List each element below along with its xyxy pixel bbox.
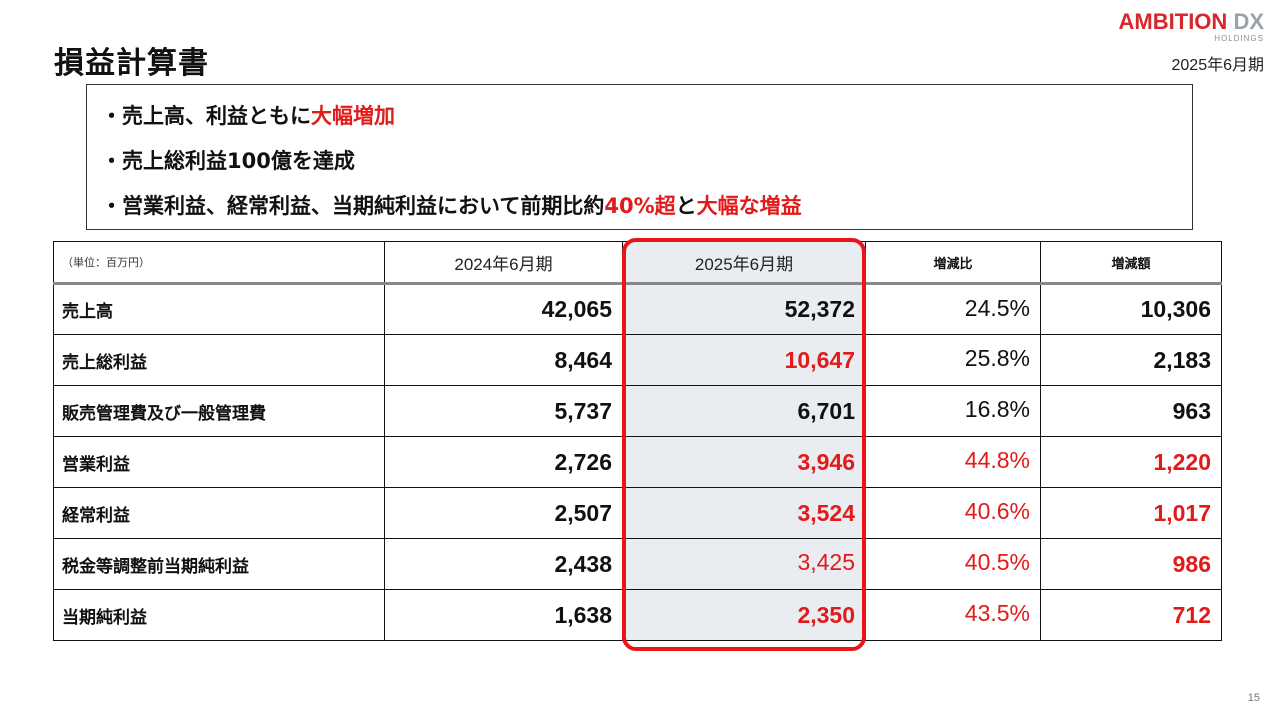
- summary-line-2: ・売上総利益100億を達成: [87, 139, 1192, 184]
- header-change-amount: 増減額: [1040, 241, 1222, 285]
- logo-wordmark: AMBITION DX: [1119, 10, 1264, 34]
- table-header-row: （単位：百万円） 2024年6月期 2025年6月期 増減比 増減額: [53, 241, 1222, 285]
- change-ratio: 16.8%: [865, 385, 1041, 437]
- value-2025: 2,350: [622, 589, 866, 641]
- summary-line-3-text: ・営業利益、経常利益、当期純利益において前期比約: [101, 194, 605, 218]
- value-2024: 2,507: [384, 487, 623, 539]
- row-label: 売上高: [53, 283, 385, 335]
- header-2025: 2025年6月期: [622, 241, 866, 285]
- value-2025: 3,425: [622, 538, 866, 590]
- income-statement-table: （単位：百万円） 2024年6月期 2025年6月期 増減比 増減額 売上高 4…: [53, 241, 1222, 641]
- summary-line-1: ・売上高、利益ともに大幅増加: [87, 94, 1192, 139]
- value-2024: 2,726: [384, 436, 623, 488]
- logo-main-text: AMBITION: [1118, 9, 1228, 34]
- table-row: 売上総利益 8,464 10,647 25.8% 2,183: [53, 334, 1222, 386]
- table-row: 税金等調整前当期純利益 2,438 3,425 40.5% 986: [53, 538, 1222, 590]
- value-2024: 8,464: [384, 334, 623, 386]
- summary-line-3: ・営業利益、経常利益、当期純利益において前期比約40%超と大幅な増益: [87, 184, 1192, 229]
- table-row: 営業利益 2,726 3,946 44.8% 1,220: [53, 436, 1222, 488]
- row-label: 当期純利益: [53, 589, 385, 641]
- summary-box: ・売上高、利益ともに大幅増加 ・売上総利益100億を達成 ・営業利益、経常利益、…: [86, 84, 1193, 230]
- summary-line-1-emphasis: 大幅増加: [311, 104, 395, 128]
- row-label: 営業利益: [53, 436, 385, 488]
- summary-line-1-text: ・売上高、利益ともに: [101, 104, 311, 128]
- row-label: 経常利益: [53, 487, 385, 539]
- value-2024: 5,737: [384, 385, 623, 437]
- summary-line-3-emphasis-1: 40%超: [604, 194, 676, 218]
- table-row: 当期純利益 1,638 2,350 43.5% 712: [53, 589, 1222, 641]
- page-number: 15: [1247, 692, 1260, 704]
- change-amount: 2,183: [1040, 334, 1222, 386]
- row-label: 販売管理費及び一般管理費: [53, 385, 385, 437]
- change-amount: 986: [1040, 538, 1222, 590]
- company-logo: AMBITION DX HOLDINGS: [1119, 10, 1264, 44]
- value-2025: 3,524: [622, 487, 866, 539]
- change-ratio: 40.6%: [865, 487, 1041, 539]
- row-label: 売上総利益: [53, 334, 385, 386]
- summary-line-2-text: ・売上総利益100億を達成: [101, 149, 355, 173]
- value-2025: 52,372: [622, 283, 866, 335]
- summary-line-3-emphasis-2: 大幅な増益: [696, 194, 802, 218]
- change-ratio: 44.8%: [865, 436, 1041, 488]
- header-change-ratio: 増減比: [865, 241, 1041, 285]
- header-2024: 2024年6月期: [384, 241, 623, 285]
- change-ratio: 25.8%: [865, 334, 1041, 386]
- page-title: 損益計算書: [54, 46, 209, 81]
- fiscal-period: 2025年6月期: [1171, 57, 1265, 74]
- value-2024: 1,638: [384, 589, 623, 641]
- change-amount: 1,017: [1040, 487, 1222, 539]
- change-amount: 963: [1040, 385, 1222, 437]
- table-row: 販売管理費及び一般管理費 5,737 6,701 16.8% 963: [53, 385, 1222, 437]
- logo-subtext: HOLDINGS: [1214, 34, 1264, 43]
- change-amount: 10,306: [1040, 283, 1222, 335]
- row-label: 税金等調整前当期純利益: [53, 538, 385, 590]
- value-2025: 3,946: [622, 436, 866, 488]
- change-ratio: 24.5%: [865, 283, 1041, 335]
- change-amount: 712: [1040, 589, 1222, 641]
- value-2025: 6,701: [622, 385, 866, 437]
- change-ratio: 40.5%: [865, 538, 1041, 590]
- table-row: 売上高 42,065 52,372 24.5% 10,306: [53, 283, 1222, 335]
- change-ratio: 43.5%: [865, 589, 1041, 641]
- unit-label: （単位：百万円）: [53, 241, 385, 285]
- value-2024: 2,438: [384, 538, 623, 590]
- change-amount: 1,220: [1040, 436, 1222, 488]
- table-row: 経常利益 2,507 3,524 40.6% 1,017: [53, 487, 1222, 539]
- value-2024: 42,065: [384, 283, 623, 335]
- summary-line-3-connector: と: [675, 194, 697, 218]
- logo-accent-text: DX: [1233, 9, 1264, 34]
- value-2025: 10,647: [622, 334, 866, 386]
